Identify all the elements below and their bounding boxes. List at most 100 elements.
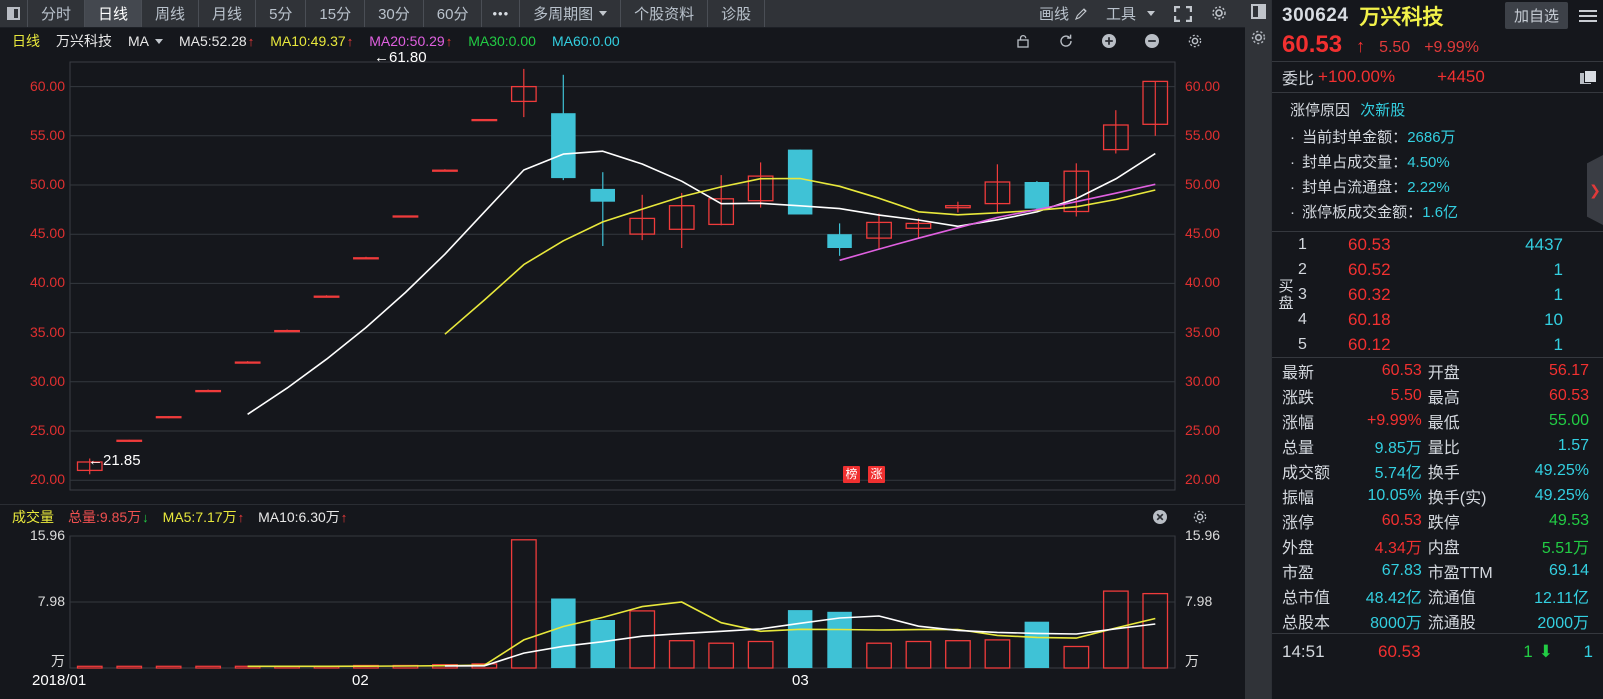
tab-yuexian[interactable]: 月线 [199,0,257,27]
high-price-annotation: ←61.80 [374,48,427,66]
reason-value: 4.50% [1407,154,1450,171]
down-arrow-icon: ⬇ [1538,641,1553,661]
order-book-row[interactable]: 1 60.53 4437 [1298,232,1603,257]
price-tick-label: 40.00 [29,274,65,291]
reason-key: 涨停板成交金额： [1302,204,1423,221]
stat-row: 市盈 67.83 市盈TTM 69.14 [1272,558,1603,583]
candlestick-pane[interactable]: 60.00 55.00 50.00 45.00 40.00 35.00 30.00 25.00… [0,49,1245,504]
stat-value2: 12.11亿 [1534,589,1589,607]
volume-tick-label: 7.98 [37,593,65,609]
settings-button[interactable] [1203,0,1239,28]
zoom-in-icon[interactable] [1101,33,1117,49]
fullscreen-button[interactable] [1165,0,1201,28]
stat-key: 最新 [1282,364,1315,382]
tab-60min[interactable]: 60分 [424,0,483,27]
price-pane-settings-icon[interactable] [1187,33,1203,49]
stat-key2: 跌停 [1427,514,1460,532]
stat-row: 总市值 48.42亿 流通值 12.11亿 [1272,583,1603,608]
draw-line-button[interactable]: 画线 [1031,0,1096,28]
close-icon[interactable] [1152,509,1168,528]
tab-15min[interactable]: 15分 [306,0,366,27]
copy-icon[interactable] [1580,69,1597,85]
multi-period-button[interactable]: 多周期图 [520,0,622,27]
panel-toggle-button[interactable] [0,0,28,27]
more-periods-button[interactable]: ••• [482,0,521,27]
tab-label: 60分 [436,6,469,23]
stat-value2: 60.53 [1548,386,1589,404]
reason-value: 2686万 [1407,129,1456,146]
price-tick-label: 45.00 [29,225,65,242]
stock-code: 300624 [1282,4,1349,26]
weibi-label: 委比 [1282,71,1315,88]
volume-indicator-bar: 成交量 总量:9.85万 MA5:7.17万 MA10:6.30万 [0,504,1245,528]
stat-value2: 49.53 [1548,511,1589,529]
stat-value: 5.50 [1390,386,1422,404]
lock-icon[interactable] [1015,33,1031,49]
volume-pane-settings-icon[interactable] [1192,509,1208,528]
tab-rixian[interactable]: 日线 [85,0,143,27]
tools-button[interactable]: 工具 [1098,0,1163,28]
book-price: 60.32 [1348,284,1391,304]
reason-row: 涨停板成交金额：1.6亿 [1290,200,1595,225]
stock-info-button[interactable]: 个股资料 [621,0,709,27]
price-pane-icon-group [1015,28,1219,54]
tab-5min[interactable]: 5分 [256,0,307,27]
order-book-row[interactable]: 2 60.52 1 [1298,257,1603,282]
book-level: 5 [1298,335,1307,353]
ma-menu-button[interactable]: MA [128,33,149,49]
chart-stock-name: 万兴科技 [56,33,112,49]
tab-fenshi[interactable]: 分时 [28,0,86,27]
reason-key: 封单占成交量： [1302,154,1408,171]
volume-title: 成交量 [12,508,54,525]
refresh-icon[interactable] [1058,33,1074,49]
quote-panel: 300624 万兴科技 加自选 60.53 ↑ 5.50 +9.99% 委比 +… [1245,0,1603,699]
stat-row: 涨跌 5.50 最高 60.53 [1272,383,1603,408]
price-tick-label: 35.00 [1185,323,1221,340]
expand-panel-button[interactable]: ❯ [1587,155,1603,225]
tab-zhouxian[interactable]: 周线 [142,0,200,27]
stat-row: 总股本 8000万 流通股 2000万 [1272,608,1603,633]
book-price: 60.18 [1348,309,1391,329]
limit-up-reason-block: 涨停原因 次新股 当前封单金额：2686万 封单占成交量：4.50% 封单占流通… [1272,93,1603,231]
book-qty: 4437 [1525,234,1563,254]
zoom-out-icon[interactable] [1144,33,1160,49]
stat-key2: 开盘 [1427,364,1460,382]
price-tick-label: 25.00 [29,421,65,438]
diagnose-button[interactable]: 诊股 [708,0,766,27]
volume-tick-label: 万 [1185,653,1199,669]
order-book-row[interactable]: 4 60.18 10 [1298,307,1603,332]
order-book-table: 1 60.53 4437 2 60.52 1 3 60.32 1 4 60.18 10 5 60.12 1 [1298,232,1603,357]
volume-pane[interactable]: 15.96 15.96 7.98 7.98 万 万 2018/01 02 03 [0,527,1245,696]
ma30-value: MA30:0.00 [468,33,536,49]
add-watchlist-button[interactable]: 加自选 [1504,2,1568,29]
diagnose-label: 诊股 [721,6,752,23]
book-qty: 1 [1553,284,1563,304]
chevron-right-icon: ❯ [1589,181,1601,198]
price-tick-label: 60.00 [1185,77,1221,94]
stat-key2: 换手(实) [1427,489,1487,507]
reason-row: 封单占成交量：4.50% [1290,150,1595,175]
stat-key: 市盈 [1282,564,1315,582]
tick-price: 60.53 [1378,641,1421,661]
chart-badge[interactable]: 涨 [868,466,885,483]
order-book-row[interactable]: 5 60.12 1 [1298,332,1603,357]
book-level: 2 [1298,260,1307,278]
layout-toggle-icon[interactable] [1250,4,1266,19]
tab-30min[interactable]: 30分 [365,0,424,27]
stat-value: +9.99% [1367,411,1422,429]
chevron-down-icon[interactable] [155,38,163,44]
chart-badge[interactable]: 榜 [843,466,860,483]
reason-tag[interactable]: 次新股 [1360,102,1405,119]
stat-key: 成交额 [1282,464,1331,482]
book-qty: 10 [1544,309,1563,329]
menu-icon[interactable] [1579,9,1597,22]
volume-tick-label: 15.96 [1185,527,1221,543]
tab-label: 15分 [319,6,352,23]
chevron-down-icon [599,11,608,16]
quote-settings-icon[interactable] [1250,29,1267,51]
book-price: 60.53 [1348,234,1391,254]
ma-indicator-bar: 日线 万兴科技 MA MA5:52.28 MA10:49.37 MA20:50.… [0,28,1245,54]
stat-value: 48.42亿 [1365,589,1422,607]
order-book-row[interactable]: 3 60.32 1 [1298,282,1603,307]
price-row: 60.53 ↑ 5.50 +9.99% [1272,31,1603,61]
